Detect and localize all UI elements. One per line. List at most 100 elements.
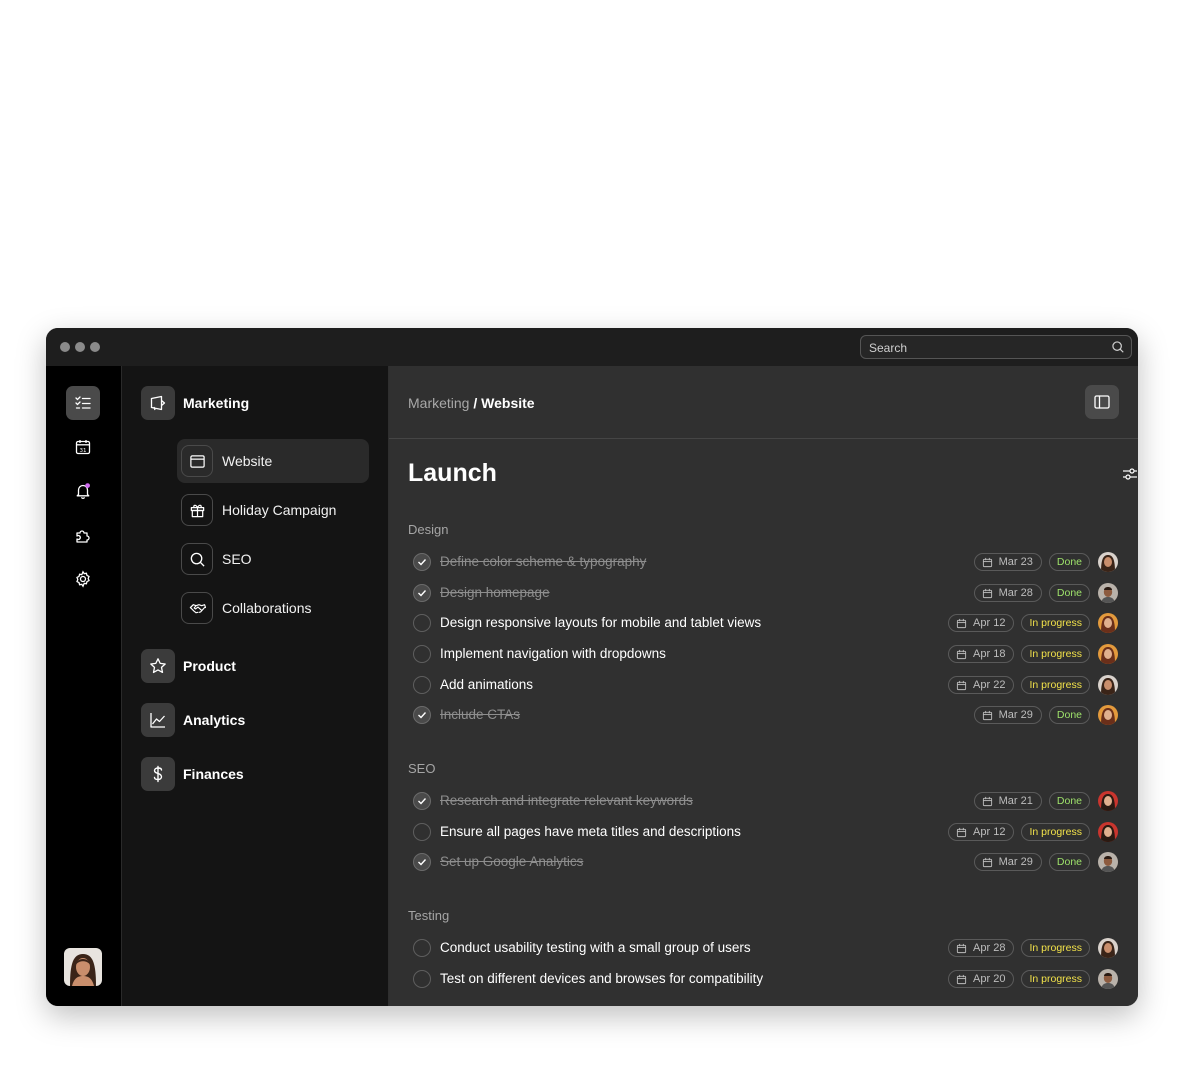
user-avatar[interactable] [64,948,102,986]
task-checkbox[interactable] [413,939,431,957]
due-date-chip[interactable]: Apr 22 [948,676,1015,694]
status-badge[interactable]: In progress [1021,645,1090,663]
breadcrumb: Marketing / Website [408,395,535,411]
task-row[interactable]: Add animations Apr 22 In progress [408,672,1118,700]
toggle-panel-button[interactable] [1085,385,1119,419]
status-badge[interactable]: Done [1048,584,1090,602]
status-badge[interactable]: Done [1048,853,1090,871]
checkmark-icon [418,590,427,597]
status-badge[interactable]: In progress [1021,614,1090,632]
rail-notifications-button[interactable] [66,474,100,508]
nav-finances-label: Finances [183,766,244,782]
window-zoom-button[interactable] [90,342,100,352]
nav-sub-holiday-campaign[interactable]: Holiday Campaign [177,488,369,532]
task-checkbox[interactable] [413,584,431,602]
nav-sub-seo[interactable]: SEO [177,537,369,581]
nav-product[interactable]: Product [141,649,236,683]
assignee-avatar[interactable] [1098,938,1118,958]
nav-sub-collaborations[interactable]: Collaborations [177,586,369,630]
task-row[interactable]: Design responsive layouts for mobile and… [408,610,1118,638]
nav-finances-tile [141,757,175,791]
assignee-avatar[interactable] [1098,969,1118,989]
search-field[interactable]: Search [860,335,1132,359]
due-date-chip[interactable]: Mar 23 [973,553,1042,571]
task-row[interactable]: Set up Google Analytics Mar 29 Done [408,849,1118,877]
nav-product-label: Product [183,658,236,674]
task-checkbox[interactable] [413,853,431,871]
task-checkbox[interactable] [413,823,431,841]
nav-analytics[interactable]: Analytics [141,703,245,737]
task-checkbox[interactable] [413,792,431,810]
due-date-chip[interactable]: Mar 29 [973,706,1042,724]
task-checkbox[interactable] [413,676,431,694]
calendar-icon [956,974,967,984]
nav-sub-label: Website [222,453,273,469]
assignee-avatar[interactable] [1098,644,1118,664]
assignee-avatar[interactable] [1098,552,1118,572]
svg-text:31: 31 [80,448,87,454]
task-row[interactable]: Implement navigation with dropdowns Apr … [408,641,1118,669]
task-row[interactable]: Conduct usability testing with a small g… [408,935,1118,963]
nav-marketing[interactable]: Marketing [141,386,249,420]
notification-badge [85,483,90,488]
status-badge[interactable]: Done [1048,706,1090,724]
task-checkbox[interactable] [413,706,431,724]
task-row[interactable]: Include CTAs Mar 29 Done [408,702,1118,730]
megaphone-icon [150,395,166,411]
nav-sub-website[interactable]: Website [177,439,369,483]
status-badge[interactable]: In progress [1021,939,1090,957]
chart-line-icon [150,713,165,728]
nav-sub-label: Collaborations [222,600,312,616]
assignee-avatar[interactable] [1098,613,1118,633]
task-row[interactable]: Ensure all pages have meta titles and de… [408,819,1118,847]
task-meta: Mar 23 Done [973,552,1118,572]
due-date-chip[interactable]: Apr 12 [948,823,1015,841]
task-checkbox[interactable] [413,614,431,632]
status-badge[interactable]: Done [1048,792,1090,810]
nav-finances[interactable]: Finances [141,757,244,791]
task-row[interactable]: Test on different devices and browses fo… [408,966,1118,994]
due-date-chip[interactable]: Apr 18 [948,645,1015,663]
rail-tasks-button[interactable] [66,386,100,420]
assignee-avatar[interactable] [1098,705,1118,725]
due-date-chip[interactable]: Apr 12 [948,614,1015,632]
due-date-text: Apr 18 [973,648,1006,660]
assignee-avatar[interactable] [1098,583,1118,603]
due-date-chip[interactable]: Apr 28 [948,939,1015,957]
rail-settings-button[interactable] [66,562,100,596]
status-badge[interactable]: In progress [1021,970,1090,988]
assignee-avatar[interactable] [1098,675,1118,695]
filter-sliders-icon[interactable] [1122,466,1138,482]
nav-sub-label: SEO [222,551,252,567]
assignee-avatar[interactable] [1098,852,1118,872]
calendar-icon [956,649,967,659]
due-date-chip[interactable]: Mar 21 [973,792,1042,810]
window-minimize-button[interactable] [75,342,85,352]
task-row[interactable]: Design homepage Mar 28 Done [408,580,1118,608]
breadcrumb-parent[interactable]: Marketing [408,395,469,411]
task-checkbox[interactable] [413,553,431,571]
due-date-chip[interactable]: Mar 28 [973,584,1042,602]
status-badge[interactable]: Done [1048,553,1090,571]
task-meta: Apr 12 In progress [948,822,1118,842]
status-badge[interactable]: In progress [1021,823,1090,841]
rail-calendar-button[interactable]: 31 [66,430,100,464]
task-checkbox[interactable] [413,970,431,988]
assignee-avatar[interactable] [1098,791,1118,811]
task-checkbox[interactable] [413,645,431,663]
task-row[interactable]: Research and integrate relevant keywords… [408,788,1118,816]
nav-analytics-label: Analytics [183,712,246,728]
section-heading: SEO [408,761,436,776]
assignee-avatar[interactable] [1098,822,1118,842]
calendar-icon: 31 [75,440,91,455]
task-row[interactable]: Define color scheme & typography Mar 23 … [408,549,1118,577]
rail-integrations-button[interactable] [66,518,100,552]
status-badge[interactable]: In progress [1021,676,1090,694]
nav-analytics-tile [141,703,175,737]
content-header: Marketing / Website [389,366,1138,439]
window-close-button[interactable] [60,342,70,352]
due-date-chip[interactable]: Mar 29 [973,853,1042,871]
due-date-chip[interactable]: Apr 20 [948,970,1015,988]
section-heading: Design [408,522,449,537]
search-icon[interactable] [1111,340,1125,354]
